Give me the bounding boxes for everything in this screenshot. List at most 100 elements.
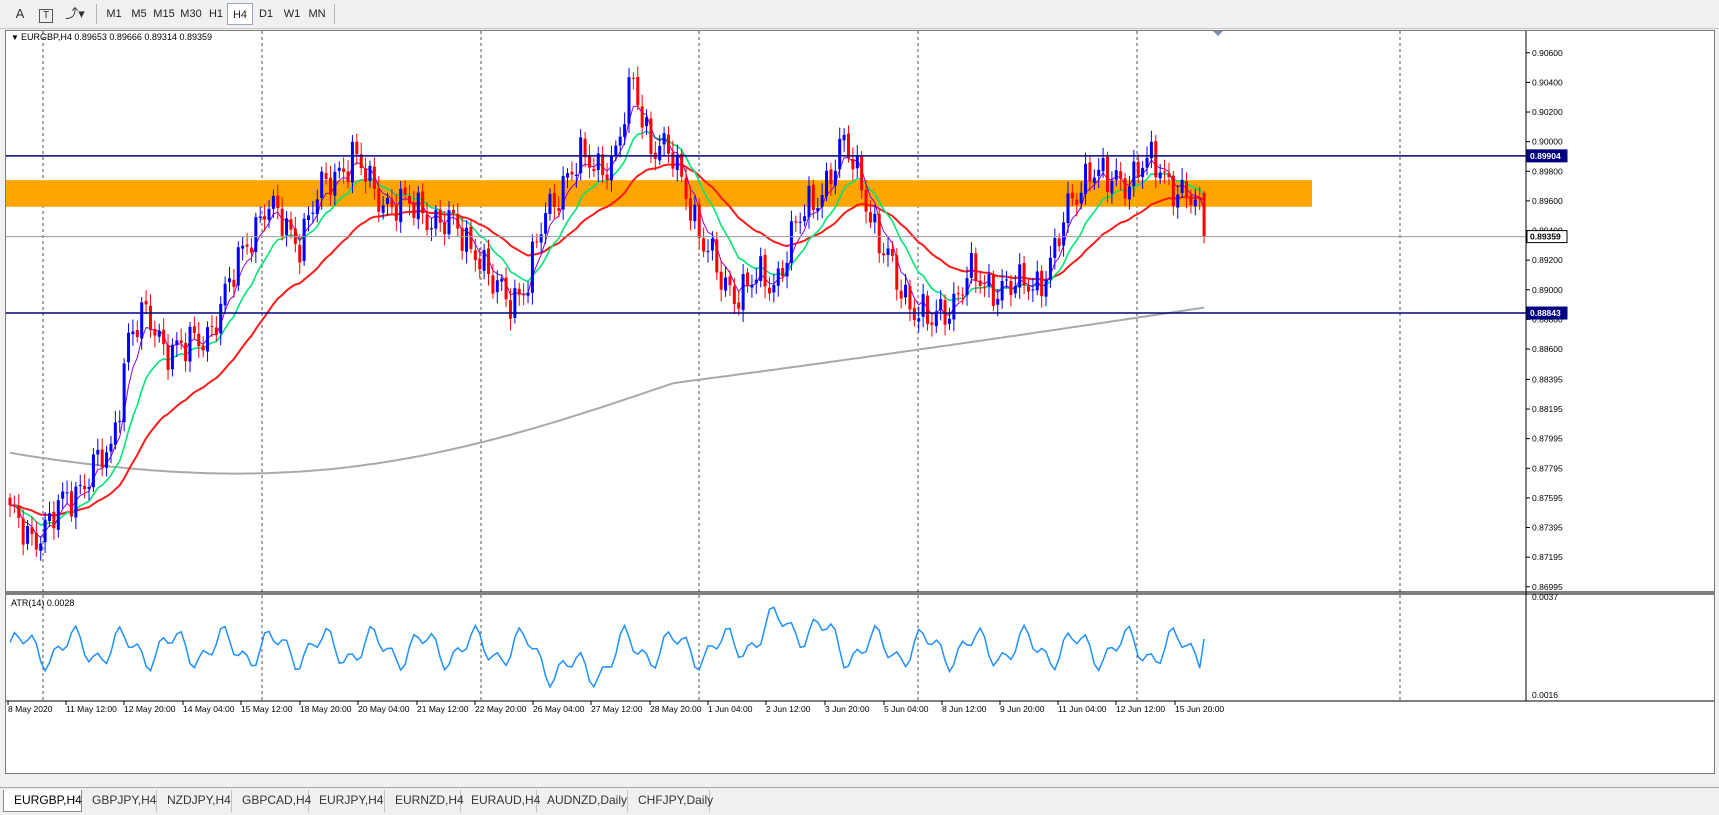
bear-candle <box>69 481 73 522</box>
text-label-tool-button[interactable]: T <box>36 3 56 25</box>
bear-candle <box>162 318 166 356</box>
price-chart[interactable]: 0.90600 0.90400 0.90200 0.90000 0.89800 0.896… <box>6 31 1714 773</box>
atr-label: ATR(14) 0.0028 <box>11 598 74 608</box>
header-arrow-icon[interactable]: ▼ <box>11 33 19 42</box>
chart-shift-marker-icon[interactable] <box>1213 31 1223 36</box>
timeframe-m30-button[interactable]: M30 <box>178 3 204 25</box>
bear-candle <box>184 332 188 372</box>
time-tick-label: 28 May 20:00 <box>650 704 702 714</box>
time-tick-label: 26 May 04:00 <box>533 704 585 714</box>
timeframe-m1-button[interactable]: M1 <box>101 3 127 25</box>
bull-candle <box>254 212 258 264</box>
chart-tab-nzdjpy-h4[interactable]: NZDJPY,H4 <box>157 790 232 812</box>
time-tick-label: 2 Jun 12:00 <box>766 704 811 714</box>
atr-line <box>9 606 1205 689</box>
time-tick-label: 20 May 04:00 <box>358 704 410 714</box>
time-tick-label: 14 May 04:00 <box>183 704 235 714</box>
bear-candle <box>636 66 640 111</box>
chart-tab-eurnzd-h4[interactable]: EURNZD,H4 <box>385 790 464 812</box>
bear-candle <box>473 238 477 272</box>
bull-candle <box>170 338 174 377</box>
bull-candle <box>131 319 135 346</box>
chart-tab-chfjpy-daily[interactable]: CHFJPY,Daily <box>628 790 713 812</box>
timeframe-mn-button[interactable]: MN <box>304 3 330 25</box>
bear-candle <box>100 438 104 477</box>
price-tick-label: 0.89800 <box>1532 166 1563 176</box>
bull-candle <box>561 166 565 220</box>
bear-candle <box>135 320 139 343</box>
bull-candle <box>1044 270 1048 307</box>
chart-tab-eurgbp-h4[interactable]: EURGBP,H4 <box>3 790 82 812</box>
bull-candle <box>965 266 969 306</box>
bull-candle <box>1018 253 1022 299</box>
chart-tab-eurjpy-h4[interactable]: EURJPY,H4 <box>309 790 385 812</box>
bull-candle <box>623 112 627 146</box>
toolbar-separator <box>96 4 97 24</box>
bull-candle <box>1101 147 1105 178</box>
bear-candle <box>667 126 670 163</box>
bull-candle <box>921 283 925 328</box>
bear-candle <box>517 282 521 306</box>
bear-candle <box>201 336 205 358</box>
chart-tab-gbpcad-h4[interactable]: GBPCAD,H4 <box>232 790 311 812</box>
chart-tab-gbpjpy-h4[interactable]: GBPJPY,H4 <box>82 790 157 812</box>
bear-candle <box>214 316 218 342</box>
timeframe-d1-button[interactable]: D1 <box>253 3 279 25</box>
bear-candle <box>794 215 798 233</box>
bear-candle <box>342 157 346 184</box>
bull-candle <box>26 520 30 551</box>
bear-candle <box>983 274 987 297</box>
chart-toolbar: A T ⤴▾ M1 M5 M15 M30 H1 H4 D1 W1 MN <box>0 0 1719 29</box>
chart-tab-audnzd-daily[interactable]: AUDNZD,Daily <box>537 790 628 812</box>
timeframe-m5-button[interactable]: M5 <box>126 3 152 25</box>
bull-candle <box>1053 228 1057 270</box>
bear-candle <box>737 290 741 316</box>
bull-candle <box>113 410 117 450</box>
time-tick-label: 18 May 20:00 <box>300 704 352 714</box>
price-tick-label: 0.87595 <box>1532 493 1563 503</box>
bull-candle <box>526 281 530 304</box>
bear-candle <box>1009 274 1013 307</box>
bull-candle <box>302 213 306 266</box>
text-tool-button[interactable]: A <box>10 3 30 25</box>
bull-candle <box>258 206 262 223</box>
bear-candle <box>895 248 899 301</box>
bear-candle <box>926 290 930 331</box>
bear-candle <box>289 211 293 239</box>
bull-candle <box>789 210 793 271</box>
bull-candle <box>188 321 192 372</box>
bear-candle <box>148 294 152 338</box>
bull-candle <box>917 306 921 332</box>
chart-tab-euraud-h4[interactable]: EURAUD,H4 <box>461 790 540 812</box>
current-price-label: 0.89359 <box>1530 232 1561 242</box>
bear-candle <box>443 210 447 246</box>
time-axis: 8 May 2020 11 May 12:00 12 May 20:00 14 May… <box>7 701 1224 714</box>
time-tick-label: 15 May 12:00 <box>241 704 293 714</box>
time-tick-label: 8 Jun 12:00 <box>942 704 987 714</box>
bear-candle <box>583 132 587 168</box>
bull-candle <box>798 212 802 235</box>
bull-candle <box>724 266 728 297</box>
timeframe-m15-button[interactable]: M15 <box>151 3 177 25</box>
timeframe-w1-button[interactable]: W1 <box>279 3 305 25</box>
chart-window[interactable]: 0.90600 0.90400 0.90200 0.90000 0.89800 0.896… <box>5 30 1715 774</box>
price-tick-label: 0.87395 <box>1532 523 1563 533</box>
bull-candle <box>65 480 69 504</box>
bear-candle <box>245 232 249 255</box>
bear-candle <box>359 142 363 176</box>
bear-candle <box>702 227 706 258</box>
arrows-dropdown-button[interactable]: ⤴▾ <box>60 3 90 25</box>
price-tick-label: 0.90200 <box>1532 107 1563 117</box>
bear-candle <box>587 144 591 179</box>
bull-candle <box>750 274 754 298</box>
bear-candle <box>17 494 21 529</box>
bear-candle <box>719 260 723 302</box>
bear-candle <box>899 279 903 309</box>
bull-candle <box>157 323 161 343</box>
bull-candle <box>307 206 311 232</box>
support-level-label: 0.88843 <box>1530 308 1561 318</box>
timeframe-h4-button[interactable]: H4 <box>227 3 253 25</box>
timeframe-h1-button[interactable]: H1 <box>203 3 229 25</box>
resistance-level-label: 0.89904 <box>1530 151 1561 161</box>
bull-candle <box>803 204 807 227</box>
